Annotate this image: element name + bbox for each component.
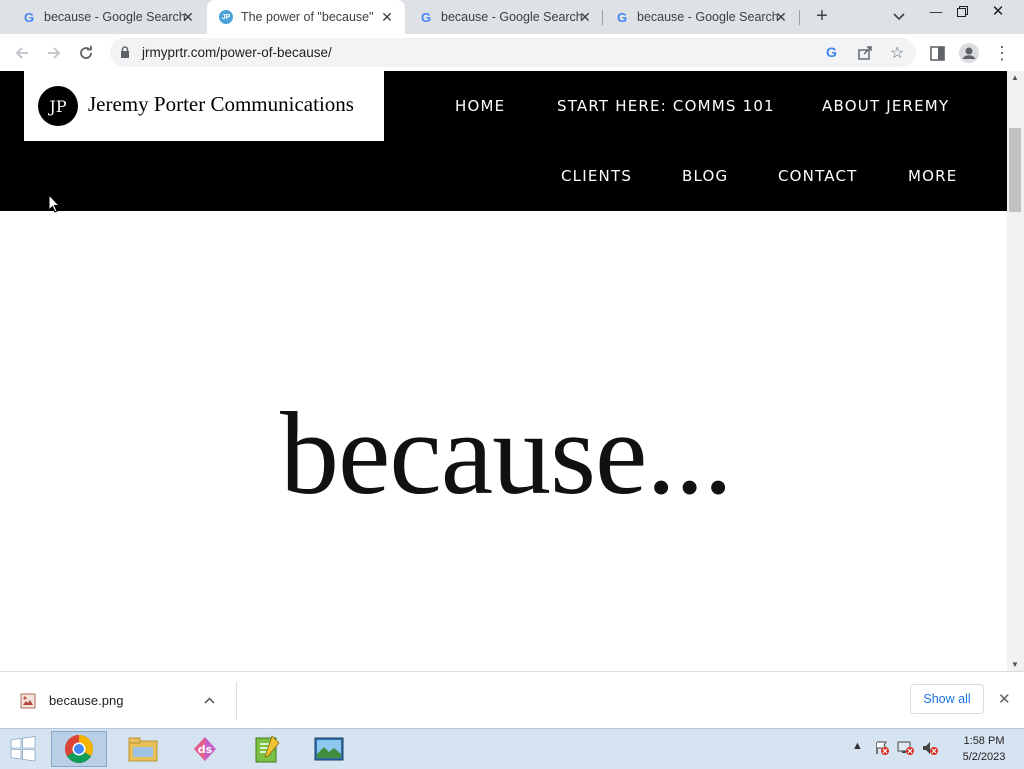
chrome-icon (65, 735, 93, 763)
tray-expand-icon[interactable]: ▲ (852, 740, 863, 752)
menu-kebab-icon[interactable]: ⋮ (991, 42, 1013, 64)
ds-app-icon: ds (194, 737, 216, 761)
taskbar-chrome[interactable] (51, 731, 107, 767)
jp-favicon: JP (219, 10, 233, 24)
tab-google-search-1[interactable]: G because - Google Search ✕ (0, 0, 206, 34)
windows-start-icon[interactable] (8, 735, 38, 763)
scroll-down-arrow-icon[interactable]: ▼ (1011, 660, 1019, 669)
address-bar[interactable]: jrmyprtr.com/power-of-because/ G ☆ (110, 38, 916, 67)
google-translate-icon[interactable]: G (826, 44, 837, 60)
close-icon[interactable]: ✕ (379, 9, 395, 25)
nav-clients[interactable]: CLIENTS (561, 167, 632, 185)
tab-title: The power of "because" (241, 10, 374, 24)
download-item[interactable]: because.png (12, 682, 237, 720)
nav-about-jeremy[interactable]: ABOUT JEREMY (822, 97, 949, 115)
tab-separator (799, 10, 800, 25)
lock-icon[interactable] (120, 46, 130, 64)
page-scrollbar[interactable]: ▲ ▼ (1007, 71, 1024, 671)
nav-start-here[interactable]: START HERE: COMMS 101 (557, 97, 775, 115)
svg-text:ds: ds (198, 743, 213, 756)
download-bar: because.png Show all ✕ (0, 671, 1024, 729)
profile-avatar-icon[interactable] (958, 42, 980, 64)
nav-blog[interactable]: BLOG (682, 167, 728, 185)
photo-viewer-icon (314, 737, 344, 761)
tab-title: because - Google Search (44, 10, 186, 24)
show-all-button[interactable]: Show all (910, 684, 984, 714)
share-icon[interactable] (858, 45, 873, 65)
close-icon[interactable]: ✕ (180, 9, 196, 25)
notepad-icon (255, 735, 280, 763)
volume-muted-icon[interactable] (921, 740, 939, 759)
close-icon[interactable]: ✕ (577, 9, 593, 25)
back-icon[interactable] (11, 42, 33, 64)
tab-search-chevron-icon[interactable] (890, 8, 908, 26)
browser-toolbar: jrmyprtr.com/power-of-because/ G ☆ ⋮ (0, 34, 1024, 72)
clock-date: 5/2/2023 (962, 751, 1006, 763)
taskbar-file-explorer[interactable] (115, 731, 171, 767)
logo-monogram: JP (38, 86, 78, 126)
site-logo[interactable]: JP Jeremy Porter Communications (24, 71, 384, 141)
download-file-name: because.png (49, 693, 124, 708)
close-download-bar-icon[interactable]: ✕ (998, 690, 1011, 708)
nav-home[interactable]: HOME (455, 97, 505, 115)
network-icon[interactable] (897, 740, 915, 759)
chevron-up-icon[interactable] (204, 692, 215, 707)
action-center-flag-icon[interactable] (874, 740, 890, 759)
taskbar-ds-app[interactable]: ds (177, 731, 233, 767)
tab-strip: G because - Google Search ✕ JP The power… (0, 0, 1024, 34)
scroll-thumb[interactable] (1009, 128, 1021, 212)
side-panel-icon[interactable] (926, 42, 948, 64)
url-text[interactable]: jrmyprtr.com/power-of-because/ (142, 45, 332, 60)
google-icon: G (616, 9, 628, 25)
mouse-pointer-icon (48, 193, 61, 218)
new-tab-button[interactable]: + (812, 5, 832, 27)
forward-icon[interactable] (43, 42, 65, 64)
tab-power-of-because[interactable]: JP The power of "because" ✕ (207, 0, 405, 34)
nav-more[interactable]: MORE (908, 167, 957, 185)
tab-google-search-3[interactable]: G because - Google Search ✕ (405, 0, 603, 34)
restore-icon[interactable] (949, 2, 975, 20)
close-window-icon[interactable]: ✕ (985, 2, 1011, 20)
taskbar-photo-viewer[interactable] (301, 731, 357, 767)
reload-icon[interactable] (75, 42, 97, 64)
folder-icon (128, 737, 158, 762)
system-clock[interactable]: 1:58 PM 5/2/2023 (952, 733, 1016, 765)
taskbar-notepad-plus[interactable] (239, 731, 295, 767)
windows-taskbar: ds ▲ 1:58 PM 5/2/2023 (0, 728, 1024, 769)
scroll-up-arrow-icon[interactable]: ▲ (1011, 73, 1019, 82)
google-icon: G (420, 9, 432, 25)
google-icon: G (23, 9, 35, 25)
tab-title: because - Google Search (637, 10, 779, 24)
web-page: JP Jeremy Porter Communications HOME STA… (0, 71, 1007, 671)
tab-google-search-4[interactable]: G because - Google Search ✕ (603, 0, 799, 34)
hero-heading: because... (280, 388, 733, 519)
nav-contact[interactable]: CONTACT (778, 167, 858, 185)
site-header: JP Jeremy Porter Communications HOME STA… (0, 71, 1007, 211)
minimize-icon[interactable]: — (923, 2, 949, 20)
tab-title: because - Google Search (441, 10, 583, 24)
clock-time: 1:58 PM (963, 735, 1005, 747)
image-file-icon (20, 693, 36, 709)
logo-name: Jeremy Porter Communications (88, 92, 354, 116)
close-icon[interactable]: ✕ (773, 9, 789, 25)
bookmark-star-icon[interactable]: ☆ (890, 43, 904, 63)
